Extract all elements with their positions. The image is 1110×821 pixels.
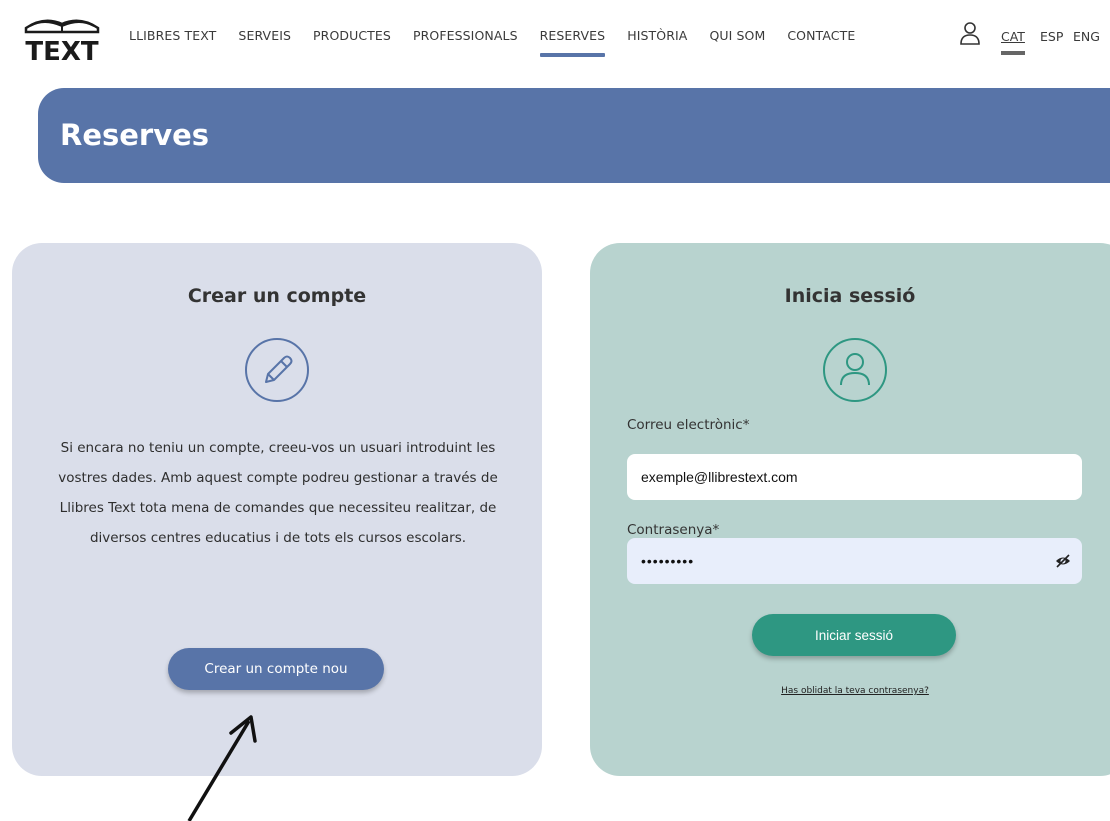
arrow-annotation-icon — [187, 715, 257, 821]
nav-productes[interactable]: PRODUCTES — [313, 28, 391, 43]
page-title: Reserves — [60, 118, 210, 152]
site-header: TEXT LLIBRES TEXT SERVEIS PRODUCTES PROF… — [0, 0, 1110, 72]
nav-llibres-text[interactable]: LLIBRES TEXT — [129, 28, 216, 43]
email-label: Correu electrònic* — [627, 417, 750, 433]
nav-contacte[interactable]: CONTACTE — [787, 28, 855, 43]
password-label: Contrasenya* — [627, 522, 720, 538]
forgot-password-link[interactable]: Has oblidat la teva contrasenya? — [590, 686, 1110, 696]
nav-qui-som[interactable]: QUI SOM — [709, 28, 765, 43]
nav-historia[interactable]: HISTÒRIA — [627, 28, 687, 43]
login-title: Inicia sessió — [784, 285, 916, 307]
eye-slash-icon[interactable] — [1055, 553, 1071, 569]
user-circle-icon — [823, 338, 887, 402]
lang-esp[interactable]: ESP — [1040, 29, 1063, 44]
logo-icon[interactable]: TEXT — [22, 10, 102, 64]
nav-reserves[interactable]: RESERVES — [539, 28, 606, 57]
nav-serveis[interactable]: SERVEIS — [238, 28, 291, 43]
lang-eng[interactable]: ENG — [1073, 29, 1100, 44]
pencil-icon — [245, 338, 309, 402]
main-nav: LLIBRES TEXT SERVEIS PRODUCTES PROFESSIO… — [129, 28, 877, 57]
user-icon[interactable] — [959, 22, 981, 46]
login-card: Inicia sessió Correu electrònic* Contras… — [590, 243, 1110, 776]
password-field[interactable] — [627, 538, 1082, 584]
create-account-button[interactable]: Crear un compte nou — [168, 648, 384, 690]
register-card: Crear un compte Si encara no teniu un co… — [12, 243, 542, 776]
page-title-banner: Reserves — [38, 88, 1110, 183]
svg-text:TEXT: TEXT — [25, 37, 99, 64]
email-field[interactable] — [627, 454, 1082, 500]
login-button[interactable]: Iniciar sessió — [752, 614, 956, 656]
register-title: Crear un compte — [187, 285, 367, 307]
lang-cat[interactable]: CAT — [1001, 29, 1025, 55]
register-description: Si encara no teniu un compte, creeu-vos … — [58, 440, 498, 546]
nav-professionals[interactable]: PROFESSIONALS — [413, 28, 518, 43]
